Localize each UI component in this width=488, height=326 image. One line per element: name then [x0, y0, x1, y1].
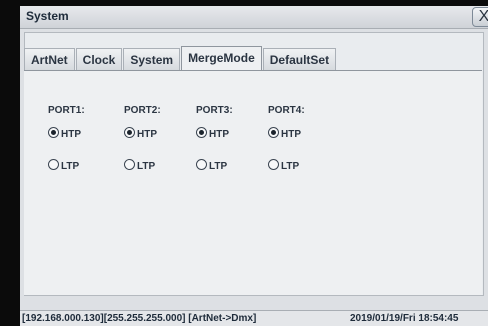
port4-htp-option[interactable]: HTP [268, 127, 301, 140]
port1-htp-option[interactable]: HTP [48, 127, 81, 140]
port1-htp-label: HTP [61, 129, 81, 140]
port4-label: PORT4: [268, 105, 305, 116]
port4-htp-radio[interactable] [268, 127, 279, 138]
port2-label: PORT2: [124, 105, 161, 116]
port2-ltp-label: LTP [137, 161, 156, 172]
port3-label: PORT3: [196, 105, 233, 116]
port2-htp-label: HTP [137, 129, 157, 140]
port1-ltp-radio[interactable] [48, 159, 59, 170]
port3-ltp-option[interactable]: LTP [196, 159, 227, 172]
port3-htp-label: HTP [209, 129, 229, 140]
port1-ltp-label: LTP [61, 161, 80, 172]
device-screen: System X ArtNet Clock System MergeMode D… [20, 6, 488, 326]
mergemode-content: PORT1: HTP LTP PORT2: HTP LTP PORT3: HTP [24, 70, 482, 295]
port4-ltp-label: LTP [281, 161, 300, 172]
tab-mergemode[interactable]: MergeMode [181, 46, 262, 70]
port4-htp-label: HTP [281, 129, 301, 140]
tab-system[interactable]: System [123, 48, 181, 70]
port1-ltp-option[interactable]: LTP [48, 159, 79, 172]
tab-strip: ArtNet Clock System MergeMode DefaultSet [24, 46, 337, 70]
status-bar: [192.168.000.130][255.255.255.000] [ArtN… [20, 310, 488, 326]
tab-defaultset[interactable]: DefaultSet [262, 48, 337, 70]
port4-ltp-option[interactable]: LTP [268, 159, 299, 172]
network-status: [192.168.000.130][255.255.255.000] [ArtN… [22, 313, 257, 324]
port3-ltp-radio[interactable] [196, 159, 207, 170]
port1-htp-radio[interactable] [48, 127, 59, 138]
port3-htp-radio[interactable] [196, 127, 207, 138]
window-title: System [26, 9, 69, 23]
port3-ltp-label: LTP [209, 161, 228, 172]
port2-htp-radio[interactable] [124, 127, 135, 138]
title-bar: System X [20, 6, 488, 29]
port3-htp-option[interactable]: HTP [196, 127, 229, 140]
port2-ltp-radio[interactable] [124, 159, 135, 170]
port4-ltp-radio[interactable] [268, 159, 279, 170]
close-button[interactable]: X [472, 7, 488, 27]
tab-artnet[interactable]: ArtNet [24, 48, 75, 70]
port1-label: PORT1: [48, 105, 85, 116]
port2-htp-option[interactable]: HTP [124, 127, 157, 140]
port2-ltp-option[interactable]: LTP [124, 159, 155, 172]
tab-clock[interactable]: Clock [75, 48, 123, 70]
datetime-status: 2019/01/19/Fri 18:54:45 [350, 313, 459, 324]
